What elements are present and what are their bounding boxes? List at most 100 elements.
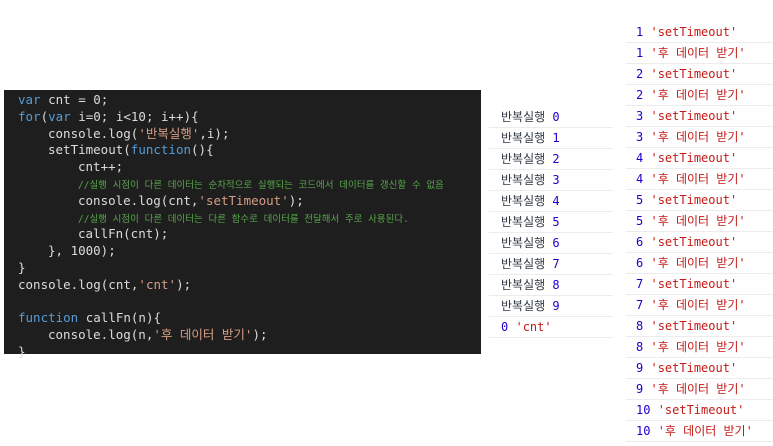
console-log-row: 7 '후 데이터 받기' xyxy=(626,295,773,316)
console-log-row: 반복실행 7 xyxy=(489,254,613,275)
log-string: 'setTimeout' xyxy=(650,319,738,333)
log-number: 1 xyxy=(636,46,644,60)
log-string: 'setTimeout' xyxy=(650,25,738,39)
console-log-row: 1 'setTimeout' xyxy=(626,22,773,43)
log-number: 4 xyxy=(552,194,560,208)
console-log-row: 반복실행 8 xyxy=(489,275,613,296)
console-loop-output: 반복실행 0 반복실행 1 반복실행 2 반복실행 3 반복실행 4 반복실행 5 반복실행… xyxy=(489,107,613,338)
log-string: '후 데이터 받기' xyxy=(650,256,746,270)
console-log-row: 반복실행 5 xyxy=(489,212,613,233)
code-line: //실행 시점이 다른 데이터는 순차적으로 실행되는 코드에서 데이터를 갱신… xyxy=(18,176,481,193)
console-log-row: 3 'setTimeout' xyxy=(626,106,773,127)
log-string: '후 데이터 받기' xyxy=(657,424,753,438)
code-line: callFn(cnt); xyxy=(18,226,481,243)
code-keyword: var xyxy=(18,92,41,107)
log-label: 반복실행 xyxy=(501,236,546,250)
console-log-row: 반복실행 3 xyxy=(489,170,613,191)
log-string: '후 데이터 받기' xyxy=(650,214,746,228)
log-label: 반복실행 xyxy=(501,152,546,166)
log-number: 3 xyxy=(636,130,644,144)
log-string: '후 데이터 받기' xyxy=(650,130,746,144)
code-line: for(var i=0; i<10; i++){ xyxy=(18,109,481,126)
console-log-row: 4 '후 데이터 받기' xyxy=(626,169,773,190)
code-text: ); xyxy=(176,276,192,292)
console-log-row: 5 '후 데이터 받기' xyxy=(626,211,773,232)
log-number: 8 xyxy=(636,340,644,354)
log-number: 4 xyxy=(636,172,644,186)
log-number: 6 xyxy=(636,235,644,249)
code-keyword: function xyxy=(130,142,192,158)
log-label: 반복실행 xyxy=(501,215,546,229)
code-text: ( xyxy=(40,108,49,124)
code-text: console.log(n, xyxy=(48,327,154,343)
code-keyword: for xyxy=(18,108,41,124)
log-number: 3 xyxy=(552,173,560,187)
console-log-row: 8 'setTimeout' xyxy=(626,316,773,337)
console-log-row: 반복실행 9 xyxy=(489,296,613,317)
log-number: 7 xyxy=(636,298,644,312)
code-text: } xyxy=(18,343,26,359)
log-string: '후 데이터 받기' xyxy=(650,340,746,354)
console-log-row: 0 'cnt' xyxy=(489,317,613,338)
code-line: console.log('반복실행',i); xyxy=(18,126,481,143)
log-number: 8 xyxy=(552,278,560,292)
code-line: cnt++; xyxy=(18,159,481,176)
log-label: 반복실행 xyxy=(501,131,546,145)
console-log-row: 6 'setTimeout' xyxy=(626,232,773,253)
code-line: console.log(n,'후 데이터 받기'); xyxy=(18,327,481,344)
log-string: 'setTimeout' xyxy=(650,67,738,81)
log-label: 반복실행 xyxy=(501,194,546,208)
log-string: '후 데이터 받기' xyxy=(650,382,746,396)
code-keyword: var xyxy=(48,108,71,124)
log-string: 'setTimeout' xyxy=(650,109,738,123)
code-text: i=0; i<10; i++){ xyxy=(70,108,199,124)
log-string: '후 데이터 받기' xyxy=(650,46,746,60)
code-string: 'cnt' xyxy=(138,276,177,292)
code-text: cnt++; xyxy=(78,159,124,175)
code-line: } xyxy=(18,344,481,361)
code-keyword: function xyxy=(18,310,79,326)
log-string: 'setTimeout' xyxy=(650,361,738,375)
code-string: '후 데이터 받기' xyxy=(153,327,253,343)
log-number: 0 xyxy=(552,110,560,124)
log-number: 7 xyxy=(552,257,560,271)
log-string: '후 데이터 받기' xyxy=(650,88,746,102)
code-text: ,i); xyxy=(199,125,230,141)
log-string: 'setTimeout' xyxy=(650,151,738,165)
log-string: '후 데이터 받기' xyxy=(650,172,746,186)
log-number: 7 xyxy=(636,277,644,291)
log-number: 2 xyxy=(636,67,644,81)
log-number: 2 xyxy=(636,88,644,102)
log-number: 6 xyxy=(552,236,560,250)
code-string: 'setTimeout' xyxy=(198,192,289,208)
console-log-row: 7 'setTimeout' xyxy=(626,274,773,295)
log-number: 3 xyxy=(636,109,644,123)
console-log-row: 6 '후 데이터 받기' xyxy=(626,253,773,274)
code-text: ); xyxy=(288,192,304,208)
log-number: 5 xyxy=(636,214,644,228)
code-line: } xyxy=(18,260,481,277)
console-log-row: 반복실행 0 xyxy=(489,107,613,128)
log-label: 반복실행 xyxy=(501,299,546,313)
log-number: 1 xyxy=(552,131,560,145)
log-string: 'setTimeout' xyxy=(650,193,738,207)
log-string: '후 데이터 받기' xyxy=(650,298,746,312)
log-number: 9 xyxy=(552,299,560,313)
log-number: 5 xyxy=(552,215,560,229)
code-editor[interactable]: var cnt = 0; for(var i=0; i<10; i++){ co… xyxy=(4,90,481,359)
console-log-row: 4 'setTimeout' xyxy=(626,148,773,169)
code-text: setTimeout( xyxy=(48,142,131,158)
code-text: (){ xyxy=(191,142,214,158)
log-number: 5 xyxy=(636,193,644,207)
log-number: 10 xyxy=(636,403,651,417)
console-log-row: 반복실행 1 xyxy=(489,128,613,149)
log-label: 반복실행 xyxy=(501,257,546,271)
log-string: 'setTimeout' xyxy=(650,235,738,249)
code-line: console.log(cnt,'setTimeout'); xyxy=(18,193,481,210)
log-number: 6 xyxy=(636,256,644,270)
console-log-row: 5 'setTimeout' xyxy=(626,190,773,211)
code-line: //실행 시점이 다른 데이터는 다른 함수로 데이터를 전달해서 주로 사용된… xyxy=(18,210,481,227)
console-log-row: 반복실행 2 xyxy=(489,149,613,170)
code-string: '반복실행' xyxy=(138,125,200,141)
console-log-row: 2 'setTimeout' xyxy=(626,64,773,85)
